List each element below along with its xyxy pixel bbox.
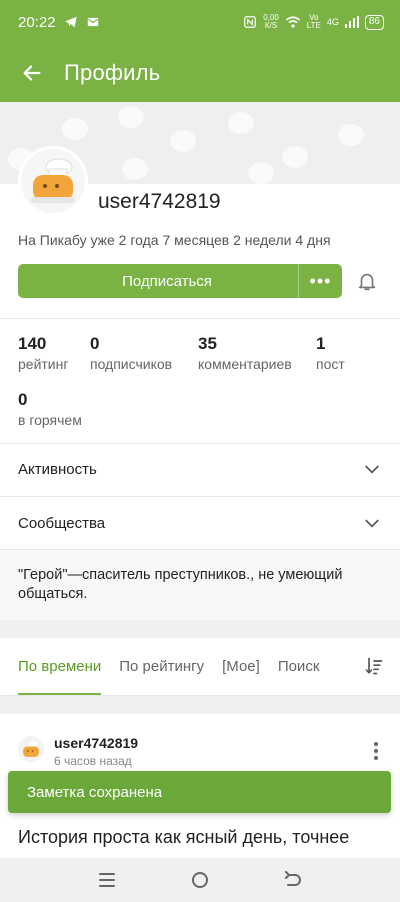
stat-rating: 140 рейтинг	[18, 334, 69, 372]
subscribe-button[interactable]: Подписаться	[18, 273, 298, 290]
system-nav-bar	[0, 858, 400, 902]
stat-subscribers[interactable]: 0 подписчиков	[90, 334, 172, 372]
sort-button[interactable]	[364, 656, 384, 676]
subscribe-button-group: Подписаться •••	[18, 264, 342, 298]
toast-notification: Заметка сохранена	[8, 771, 391, 813]
home-circle-icon	[191, 872, 208, 888]
section-separator	[0, 696, 400, 714]
notification-bell-button[interactable]	[356, 270, 378, 292]
telegram-icon	[64, 16, 77, 28]
chef-avatar-icon	[31, 158, 75, 203]
chevron-down-icon	[365, 519, 379, 528]
chef-avatar-icon	[23, 740, 39, 757]
stat-posts[interactable]: 1 пост	[316, 334, 345, 372]
bell-icon	[358, 273, 376, 291]
app-bar: Профиль	[0, 44, 400, 102]
activity-section-toggle[interactable]: Активность	[0, 443, 400, 495]
post-text[interactable]: История проста как ясный день, точнее	[18, 824, 388, 858]
member-since: На Пикабу уже 2 года 7 месяцев 2 недели …	[18, 232, 331, 248]
network-type: 4G	[326, 17, 339, 27]
tab-mine[interactable]: [Мое]	[222, 638, 260, 695]
post-timestamp: 6 часов назад	[54, 754, 132, 768]
profile-username: user4742819	[98, 190, 221, 213]
divider	[0, 318, 400, 319]
network-speed: 0,00 К/S	[263, 13, 279, 30]
chevron-down-icon	[365, 465, 379, 474]
status-bar: 20:22 0,00 К/S Vo LTE 4G 86	[0, 0, 400, 44]
profile-bio: "Герой"—спаситель преступников., не умею…	[0, 550, 400, 620]
more-options-button[interactable]: •••	[298, 264, 342, 298]
posts-tabs: По времени По рейтингу [Мое] Поиск	[0, 638, 400, 695]
menu-icon	[98, 873, 115, 887]
more-vertical-icon	[374, 742, 378, 760]
recent-apps-button[interactable]	[95, 868, 119, 892]
communities-section-label: Сообщества	[18, 514, 106, 532]
stat-comments[interactable]: 35 комментариев	[198, 334, 292, 372]
sort-icon	[365, 657, 383, 675]
back-button[interactable]	[18, 59, 46, 87]
back-nav-button[interactable]	[281, 868, 305, 892]
tab-by-time[interactable]: По времени	[18, 638, 102, 695]
post-author-avatar[interactable]	[18, 736, 44, 762]
avatar[interactable]	[18, 146, 88, 216]
stat-hot[interactable]: 0 в горячем	[18, 390, 82, 428]
signal-icon	[344, 16, 359, 28]
section-separator	[0, 620, 400, 638]
mail-icon	[87, 17, 98, 27]
tab-by-rating[interactable]: По рейтингу	[119, 638, 204, 695]
nfc-icon	[244, 16, 257, 28]
tab-search[interactable]: Поиск	[278, 638, 320, 695]
communities-section-toggle[interactable]: Сообщества	[0, 497, 400, 549]
post-author-name[interactable]: user4742819	[54, 735, 138, 751]
home-button[interactable]	[188, 868, 212, 892]
volte-indicator: Vo LTE	[306, 13, 321, 30]
status-time: 20:22	[18, 13, 56, 31]
arrow-left-icon	[23, 65, 41, 81]
page-title: Профиль	[64, 60, 161, 85]
activity-section-label: Активность	[18, 460, 97, 478]
wifi-icon	[285, 16, 300, 28]
battery-icon: 86	[364, 14, 384, 30]
post-menu-button[interactable]	[368, 740, 384, 762]
back-arrow-icon	[285, 871, 302, 886]
